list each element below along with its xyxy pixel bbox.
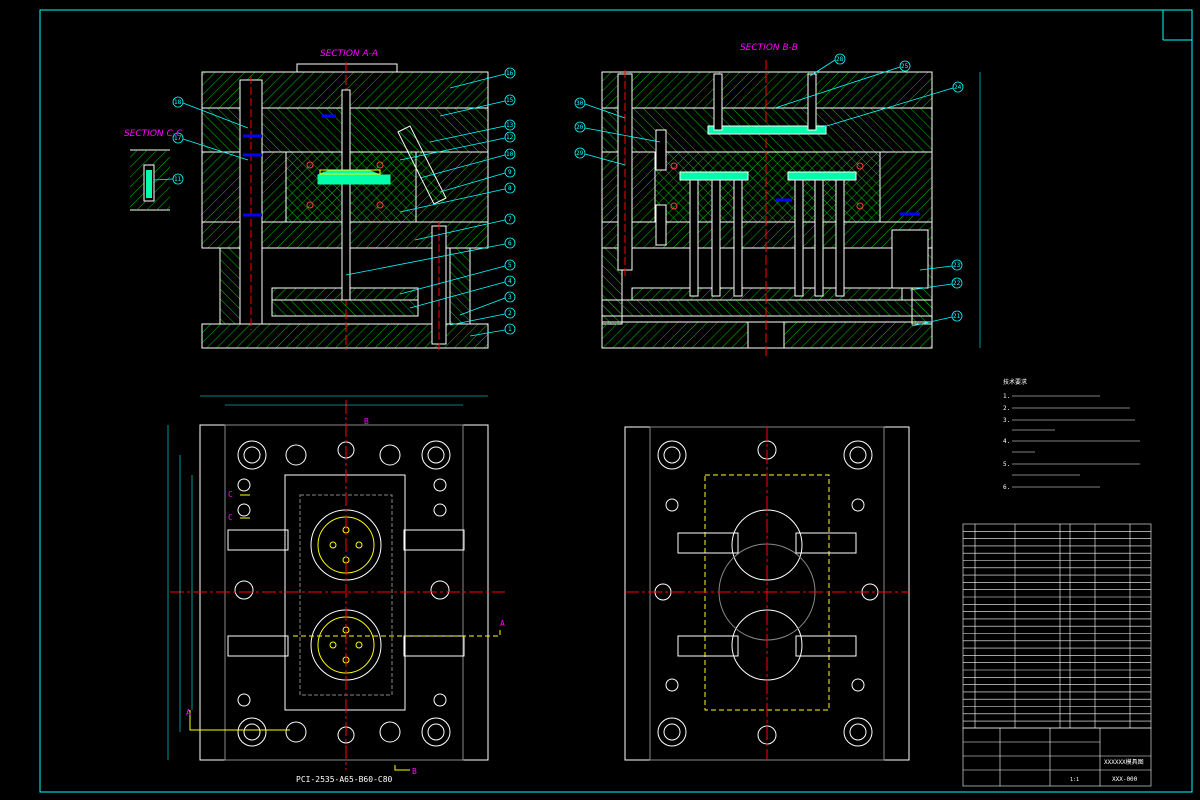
svg-text:10: 10 (506, 151, 514, 158)
svg-text:23: 23 (953, 262, 961, 269)
svg-text:2: 2 (508, 310, 512, 317)
mold-base-code: PCI-2535-A65-B60-C80 (296, 775, 393, 784)
note-line-3: 3. (1003, 417, 1010, 424)
plan-view-moving-half: A A B B C C PCI-2535-A65-B60-C80 (167, 395, 505, 784)
svg-text:13: 13 (506, 122, 514, 129)
drawing-number: XXX-000 (1112, 776, 1138, 783)
svg-text:6: 6 (508, 240, 512, 247)
svg-text:5: 5 (508, 262, 512, 269)
svg-text:28: 28 (836, 56, 844, 63)
cut-letter-c1: C (228, 490, 233, 499)
section-aa-view: SECTION A-A (201, 49, 489, 350)
cut-letter-a2: A (500, 619, 505, 628)
title-block: XXXXXX模具图 XXX-000 1:1 (962, 727, 1152, 787)
cut-letter-b2: B (412, 767, 417, 776)
svg-text:25: 25 (901, 63, 909, 70)
section-cc-label: SECTION C-C (124, 129, 183, 139)
svg-text:11: 11 (174, 176, 182, 183)
cut-letter-a1: A (186, 708, 191, 717)
drawing-name: XXXXXX模具图 (1104, 758, 1144, 766)
notes-title: 技术要求 (1003, 378, 1027, 386)
svg-text:9: 9 (508, 169, 512, 176)
svg-text:29: 29 (576, 150, 584, 157)
note-line-6: 6. (1003, 484, 1010, 491)
svg-text:8: 8 (508, 185, 512, 192)
svg-text:21: 21 (953, 313, 961, 320)
drawing-scale: 1:1 (1070, 777, 1079, 783)
parts-list-table (962, 523, 1152, 729)
cad-drawing-canvas: SECTION A-A 16 15 13 12 10 9 8 7 6 5 4 3… (39, 9, 1193, 793)
plan-bosses (234, 440, 451, 747)
cut-letter-b1: B (364, 417, 369, 426)
note-line-1: 1. (1003, 393, 1010, 400)
section-bb-label: SECTION B-B (740, 43, 798, 53)
svg-text:18: 18 (174, 99, 182, 106)
svg-text:7: 7 (508, 216, 512, 223)
note-line-5: 5. (1003, 461, 1010, 468)
svg-text:30: 30 (576, 100, 584, 107)
svg-text:1: 1 (508, 326, 512, 333)
svg-text:22: 22 (953, 280, 961, 287)
svg-text:12: 12 (506, 134, 514, 141)
plan-view-fixed-half (624, 426, 910, 761)
svg-text:4: 4 (508, 278, 512, 285)
section-bb-view: SECTION B-B (601, 43, 981, 358)
svg-text:3: 3 (508, 294, 512, 301)
technical-notes: 技术要求 1. 2. 3. 4. 5. 6. (1003, 378, 1140, 491)
cut-letter-c2: C (228, 513, 233, 522)
svg-text:15: 15 (506, 97, 514, 104)
note-line-4: 4. (1003, 438, 1010, 445)
svg-text:20: 20 (576, 124, 584, 131)
svg-text:16: 16 (506, 70, 514, 77)
svg-text:24: 24 (954, 84, 962, 91)
note-line-2: 2. (1003, 405, 1010, 412)
section-aa-label: SECTION A-A (320, 49, 378, 59)
